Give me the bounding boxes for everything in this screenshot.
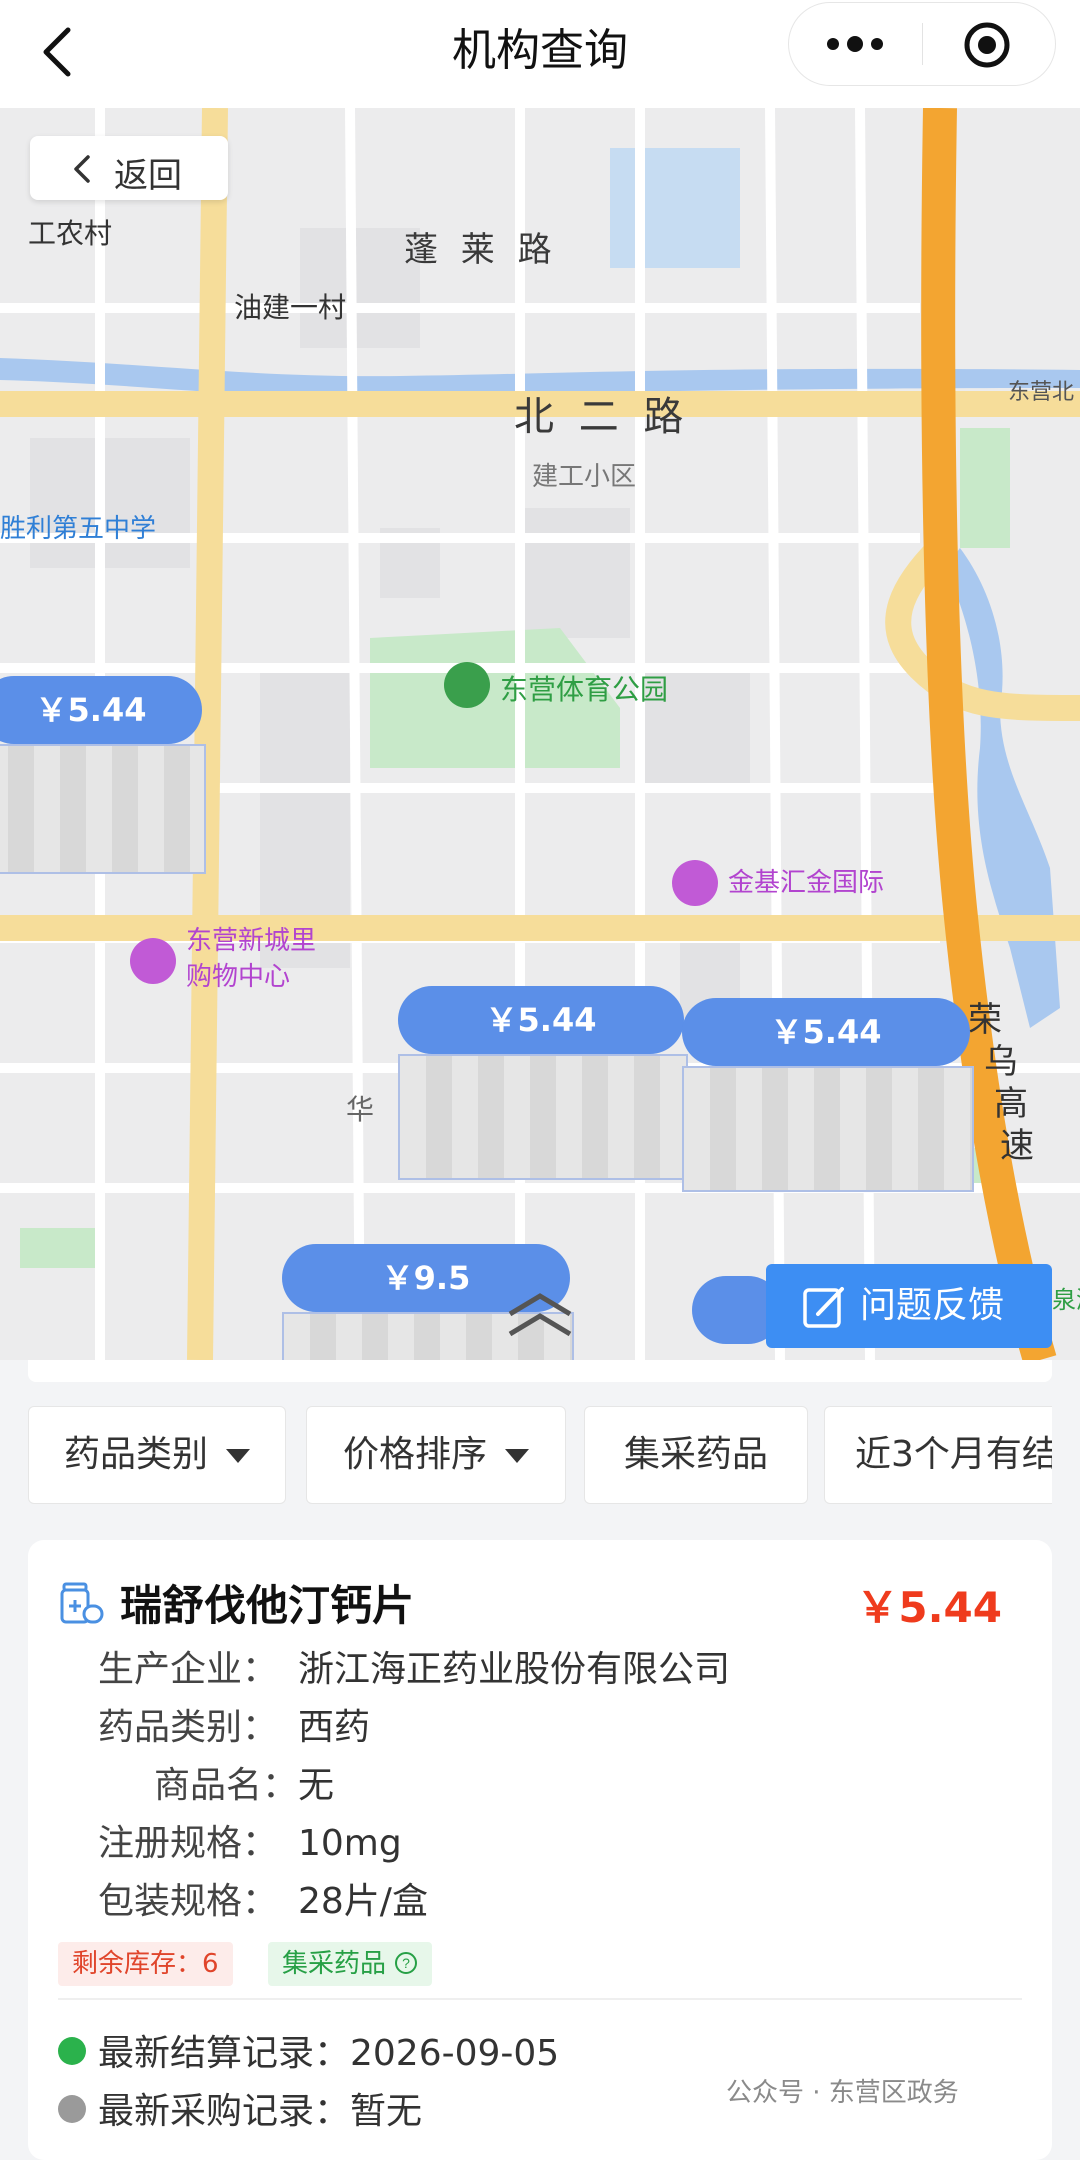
filter-jicai[interactable]: 集采药品 [584,1406,808,1504]
settle-record: 最新结算记录：2026-09-05 [58,2024,559,2076]
mini-program-capsule [788,2,1056,86]
field-trade-name: 商品名：无 [98,1756,334,1808]
marker-blurred-name [398,1054,688,1180]
map-label-gongnongcun: 工农村 [28,217,113,250]
field-value: 西药 [298,1707,371,1748]
svg-text:?: ? [402,1955,410,1971]
map-label-penglai-road: 蓬 莱 路 [404,230,558,270]
map-label-hua: 华 [346,1093,375,1126]
field-pack-spec: 包装规格： 28片/盒 [98,1872,428,1924]
field-value: 28片/盒 [298,1881,428,1922]
shopping-bag-icon [672,860,718,906]
filter-jicai-label: 集采药品 [623,1434,768,1475]
field-label: 注册规格： [98,1823,279,1864]
map-label-jiangong: 建工小区 [532,462,637,492]
park-icon [444,662,490,708]
map-label-school: 胜利第五中学 [0,514,157,544]
marker-price: ￥5.44 [398,986,684,1054]
help-circle-icon: ? [395,1951,418,1974]
map-view[interactable]: 返回 工农村 蓬 莱 路 油建一村 北 二 路 建工小区 东营北 胜利第五中学 … [0,108,1080,1360]
watermark: 公众号 · 东营区政务 [726,2078,959,2108]
field-label: 包装规格： [98,1881,279,1922]
caret-down-icon [226,1449,250,1463]
navigation-bar: 机构查询 [0,0,1080,108]
field-manufacturer: 生产企业： 浙江海正药业股份有限公司 [98,1640,730,1692]
check-circle-grey-icon [58,2095,86,2123]
field-label: 生产企业： [98,1649,279,1690]
filter-price-sort[interactable]: 价格排序 [306,1406,566,1504]
map-label-quan: 泉游 [1052,1286,1080,1314]
filter-recent[interactable]: 近3个月有结 [824,1406,1052,1504]
capsule-divider [922,23,923,65]
shopping-bag-icon [130,938,176,984]
marker-blurred-name [0,744,206,874]
field-category: 药品类别： 西药 [98,1698,370,1750]
caret-down-icon [505,1449,529,1463]
filter-category[interactable]: 药品类别 [28,1406,286,1504]
field-value: 浙江海正药业股份有限公司 [298,1649,731,1690]
map-label-beier-road: 北 二 路 [514,394,690,440]
settle-record-text: 最新结算记录：2026-09-05 [98,2033,560,2074]
map-label-xincheng-2: 购物中心 [186,962,291,992]
collapse-up-icon[interactable] [500,1286,580,1346]
map-back-label: 返回 [114,156,182,196]
field-label: 商品名： [153,1765,298,1806]
marker-blurred-name [682,1066,974,1192]
field-reg-spec: 注册规格： 10mg [98,1814,402,1866]
medicine-bottle-icon [60,1582,104,1624]
jicai-badge[interactable]: 集采药品 ? [268,1942,433,1986]
purchase-record: 最新采购记录：暂无 [58,2082,422,2134]
map-label-sports-park: 东营体育公园 [500,673,669,706]
pharmacy-marker[interactable]: ￥5.44 [398,986,688,1180]
marker-price: ￥5.44 [0,676,202,744]
map-label-highway-4: 速 [1000,1126,1034,1166]
check-circle-icon [58,2037,86,2065]
more-dots-icon[interactable] [825,33,885,55]
field-value: 10mg [298,1823,402,1864]
filter-price-sort-label: 价格排序 [342,1434,487,1475]
marker-price: ￥5.44 [682,998,970,1066]
sheet-handle-area [28,1360,1052,1382]
purchase-record-text: 最新采购记录：暂无 [98,2091,423,2132]
field-label: 药品类别： [98,1707,279,1748]
map-back-button[interactable]: 返回 [30,136,228,200]
drug-price: ￥5.44 [856,1583,1002,1632]
edit-icon [803,1287,844,1328]
card-divider [58,1998,1022,2000]
pharmacy-marker[interactable]: ￥5.44 [682,998,974,1192]
stock-badge: 剩余库存：6 [58,1942,233,1986]
feedback-button[interactable]: 问题反馈 [766,1264,1052,1348]
filter-recent-label: 近3个月有结 [855,1434,1052,1475]
drug-name: 瑞舒伐他汀钙片 [120,1581,415,1630]
pharmacy-marker[interactable]: ￥5.44 [0,676,206,874]
field-value: 无 [298,1765,335,1806]
map-label-youjian: 油建一村 [234,291,347,324]
chevron-left-icon [74,155,90,183]
drug-card[interactable]: 瑞舒伐他汀钙片 ￥5.44 生产企业： 浙江海正药业股份有限公司 药品类别： 西药 … [28,1540,1052,2160]
map-label-dongying-bei: 东营北 [1008,380,1075,405]
feedback-label: 问题反馈 [860,1285,1005,1326]
filter-bar: 药品类别 价格排序 集采药品 近3个月有结 [28,1406,1052,1504]
close-target-icon[interactable] [963,21,1011,69]
map-label-jinji: 金基汇金国际 [728,868,885,898]
map-label-xincheng-1: 东营新城里 [186,926,317,956]
jicai-badge-label: 集采药品 [282,1949,387,1979]
filter-category-label: 药品类别 [63,1434,208,1475]
